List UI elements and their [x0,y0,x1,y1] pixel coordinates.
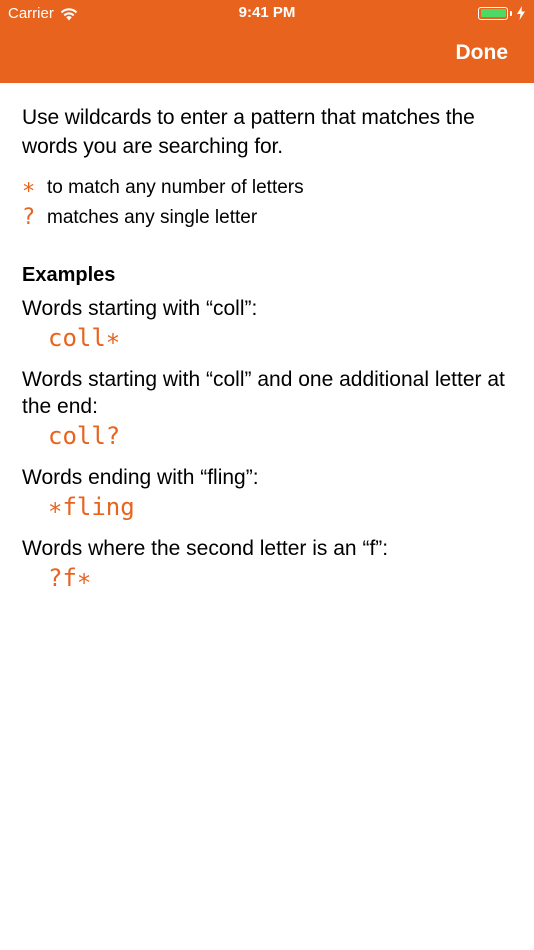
example-item: Words where the second letter is an “f”:… [22,535,514,594]
examples-heading: Examples [22,264,116,286]
legend-item-question: ? matches any single letter [22,203,514,233]
help-content: Use wildcards to enter a pattern that ma… [0,83,534,594]
done-button[interactable]: Done [456,41,509,65]
battery-fill [480,9,506,17]
status-time: 9:41 PM [238,4,296,21]
example-description: Words ending with “fling”: [22,466,259,489]
example-description: Words where the second letter is an “f”: [22,537,389,560]
example-item: Words ending with “fling”: ∗fling [22,464,514,523]
battery-indicator [478,6,526,20]
battery-icon [478,6,508,20]
example-item: Words starting with “coll” and one addit… [22,366,514,452]
wildcard-legend: ∗ to match any number of letters ? match… [22,173,514,233]
status-bar: Carrier 9:41 PM [0,0,534,28]
legend-item-asterisk: ∗ to match any number of letters [22,173,514,203]
example-pattern: ?f∗ [48,564,92,592]
asterisk-symbol: ∗ [22,175,36,200]
legend-text: matches any single letter [47,207,258,228]
battery-tip [510,10,512,16]
example-pattern: coll? [48,422,121,450]
example-pattern: ∗fling [48,493,135,521]
legend-text: to match any number of letters [47,177,304,198]
example-pattern: coll∗ [48,324,121,352]
charging-bolt-icon [517,6,525,20]
example-item: Words starting with “coll”: coll∗ [22,295,514,354]
example-description: Words starting with “coll”: [22,297,258,320]
nav-header: Carrier 9:41 PM Done [0,0,534,83]
intro-text: Use wildcards to enter a pattern that ma… [22,106,475,158]
example-description: Words starting with “coll” and one addit… [22,368,505,418]
question-symbol: ? [22,205,36,230]
